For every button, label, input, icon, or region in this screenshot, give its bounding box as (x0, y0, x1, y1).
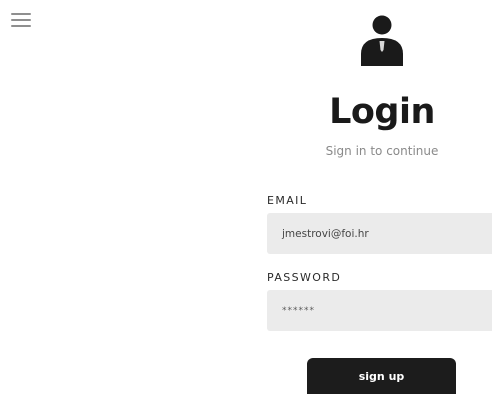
menu-line (11, 13, 31, 15)
sign-up-button[interactable]: sign up (307, 358, 456, 394)
user-profile-icon (361, 15, 403, 66)
menu-line (11, 19, 31, 21)
email-label: EMAIL (267, 194, 308, 207)
page-title: Login (329, 92, 435, 132)
password-field[interactable]: ****** (267, 290, 492, 331)
password-label: PASSWORD (267, 271, 342, 284)
page-subtitle: Sign in to continue (325, 144, 439, 158)
email-field[interactable]: jmestrovi@foi.hr (267, 213, 492, 254)
menu-line (11, 25, 31, 27)
hamburger-menu-icon[interactable] (11, 13, 31, 27)
